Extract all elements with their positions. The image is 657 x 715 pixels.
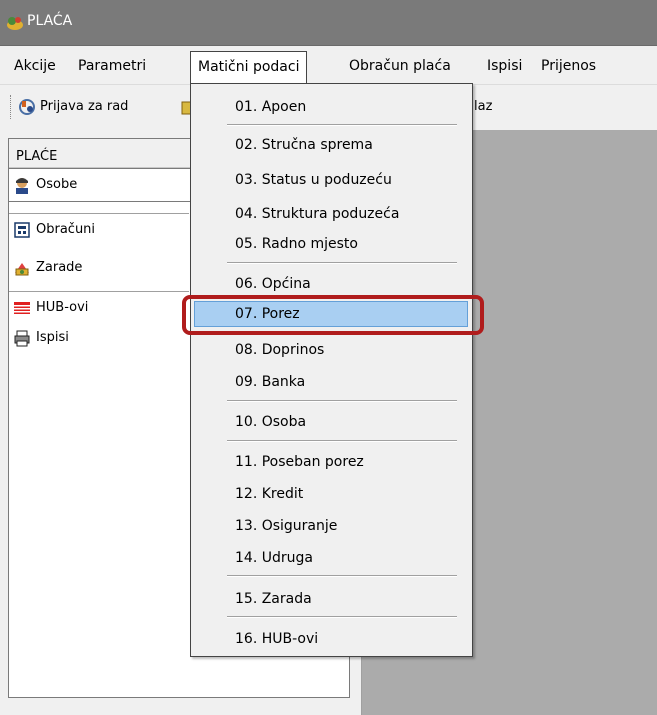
menu-parametri[interactable]: Parametri bbox=[74, 56, 150, 78]
menu-item-zarada[interactable]: 15. Zarada bbox=[191, 586, 472, 612]
menu-separator bbox=[227, 400, 457, 402]
menu-item-osoba[interactable]: 10. Osoba bbox=[191, 409, 472, 435]
side-item-zarade[interactable]: Zarade bbox=[13, 257, 82, 279]
person-icon bbox=[16, 177, 28, 194]
menu-item-apoen[interactable]: 01. Apoen bbox=[191, 94, 472, 120]
side-item-label: Zarade bbox=[36, 260, 83, 275]
menu-separator bbox=[227, 262, 457, 264]
menu-item-udruga[interactable]: 14. Udruga bbox=[191, 545, 472, 571]
menu-separator bbox=[227, 124, 457, 126]
menu-ispisi[interactable]: Ispisi bbox=[483, 56, 526, 78]
calculator-icon bbox=[14, 221, 30, 238]
toolbar-icon-partial[interactable] bbox=[180, 97, 190, 119]
menu-bar: Akcije Parametri Matični podaci Obračun … bbox=[0, 46, 657, 85]
menu-item-struktura-poduzeca[interactable]: 04. Struktura poduzeća bbox=[191, 201, 472, 227]
side-item-ispisi[interactable]: Ispisi bbox=[13, 327, 69, 349]
side-divider bbox=[9, 291, 189, 293]
menu-separator bbox=[227, 616, 457, 618]
menu-item-hub-ovi[interactable]: 16. HUB-ovi bbox=[191, 626, 472, 652]
side-item-osobe[interactable]: Osobe bbox=[9, 168, 199, 202]
maticni-podaci-dropdown: 01. Apoen 02. Stručna sprema 03. Status … bbox=[190, 83, 473, 657]
side-item-label: Obračuni bbox=[36, 222, 96, 237]
money-icon bbox=[15, 262, 29, 275]
menu-item-banka[interactable]: 09. Banka bbox=[191, 369, 472, 395]
menu-item-opcina[interactable]: 06. Općina bbox=[191, 271, 472, 297]
side-item-label: HUB-ovi bbox=[36, 300, 89, 315]
izlaz-button[interactable]: laz bbox=[474, 97, 492, 119]
menu-item-kredit[interactable]: 12. Kredit bbox=[191, 481, 472, 507]
menu-item-doprinos[interactable]: 08. Doprinos bbox=[191, 337, 472, 363]
side-item-label: Ispisi bbox=[36, 330, 69, 345]
menu-prijenos[interactable]: Prijenos bbox=[537, 56, 600, 78]
menu-item-poseban-porez[interactable]: 11. Poseban porez bbox=[191, 449, 472, 475]
side-item-hub-ovi[interactable]: HUB-ovi bbox=[13, 297, 88, 319]
menu-item-strucna-sprema[interactable]: 02. Stručna sprema bbox=[191, 132, 472, 158]
printer-icon bbox=[14, 330, 30, 346]
prijava-label: Prijava za rad bbox=[40, 99, 129, 114]
menu-item-radno-mjesto[interactable]: 05. Radno mjesto bbox=[191, 231, 472, 257]
menu-maticni-podaci[interactable]: Matični podaci bbox=[190, 51, 308, 85]
side-item-label: Osobe bbox=[36, 177, 78, 192]
menu-item-status-u-poduzecu[interactable]: 03. Status u poduzeću bbox=[191, 167, 472, 193]
app-icon bbox=[7, 17, 23, 30]
side-divider bbox=[9, 213, 189, 215]
login-icon bbox=[19, 98, 35, 115]
prijava-za-rad-button[interactable]: Prijava za rad bbox=[18, 97, 128, 119]
side-item-obracuni[interactable]: Obračuni bbox=[13, 219, 95, 241]
menu-akcije[interactable]: Akcije bbox=[10, 56, 60, 78]
hub-icon bbox=[14, 301, 30, 314]
menu-separator bbox=[227, 440, 457, 442]
title-bar: PLAĆA bbox=[0, 0, 657, 46]
toolbar-grip[interactable] bbox=[10, 95, 13, 119]
menu-separator bbox=[227, 575, 457, 577]
window-title: PLAĆA bbox=[27, 13, 73, 29]
menu-item-osiguranje[interactable]: 13. Osiguranje bbox=[191, 513, 472, 539]
menu-item-porez[interactable]: 07. Porez bbox=[194, 301, 468, 327]
menu-obracun-placa[interactable]: Obračun plaća bbox=[345, 56, 455, 78]
folder-icon bbox=[181, 101, 190, 114]
